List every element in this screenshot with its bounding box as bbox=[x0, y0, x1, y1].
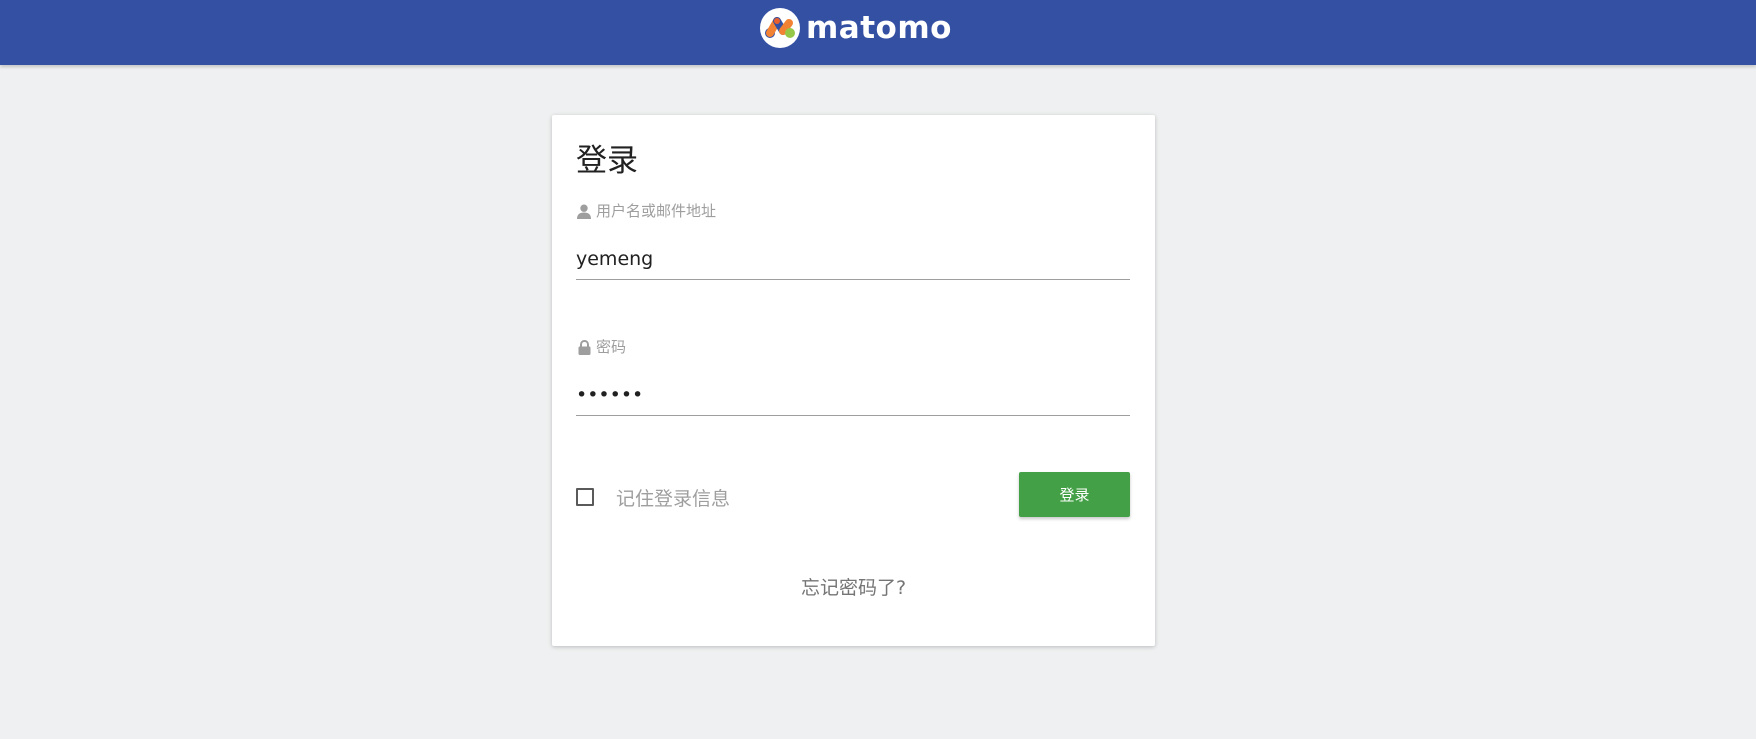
matomo-logo-icon bbox=[760, 8, 800, 48]
user-icon bbox=[576, 203, 592, 219]
password-label: 密码 bbox=[576, 338, 626, 356]
remember-me[interactable]: 记住登录信息 bbox=[576, 482, 730, 512]
remember-checkbox[interactable] bbox=[576, 488, 594, 506]
forgot-password-link[interactable]: 忘记密码了? bbox=[552, 576, 1155, 600]
login-button[interactable]: 登录 bbox=[1019, 472, 1130, 517]
password-input[interactable] bbox=[576, 374, 1130, 416]
lock-icon bbox=[576, 339, 592, 355]
username-input[interactable] bbox=[576, 238, 1130, 280]
top-header: matomo bbox=[0, 0, 1756, 65]
matomo-logo[interactable]: matomo bbox=[760, 6, 952, 50]
password-label-text: 密码 bbox=[596, 338, 627, 356]
login-card: 登录 用户名或邮件地址 密码 记住登录信息 登录 忘记密码了? bbox=[552, 115, 1155, 646]
remember-label: 记住登录信息 bbox=[616, 487, 731, 510]
username-label: 用户名或邮件地址 bbox=[576, 202, 716, 220]
login-title: 登录 bbox=[576, 143, 638, 179]
username-label-text: 用户名或邮件地址 bbox=[596, 202, 717, 220]
logo-text: matomo bbox=[806, 10, 952, 46]
